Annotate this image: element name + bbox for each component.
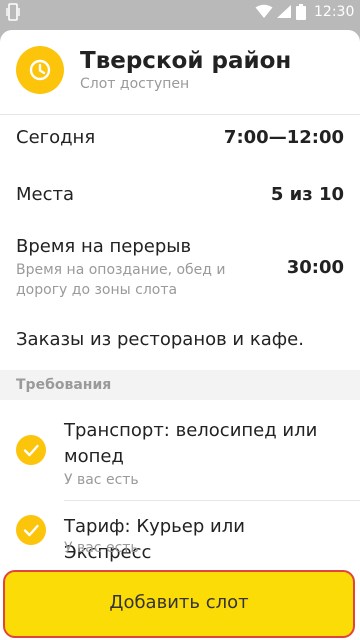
zone-badge: [16, 46, 64, 94]
requirement-tariff-status: У вас есть: [64, 540, 139, 556]
places-label: Места: [16, 184, 75, 205]
requirement-transport: Транспорт: велосипед или мопед: [64, 420, 318, 467]
status-bar: 12:30: [0, 0, 360, 24]
divider: [0, 114, 360, 115]
status-time: 12:30: [314, 4, 355, 20]
screen: 12:30 Тверской район Слот доступен Сегод…: [0, 0, 360, 640]
battery-icon: [296, 4, 306, 20]
wifi-icon: [255, 4, 273, 18]
requirement-transport-status: У вас есть: [64, 472, 139, 488]
requirements-title: Требования: [16, 377, 112, 393]
add-slot-button-label: Добавить слот: [109, 592, 249, 613]
slot-details-sheet: Тверской район Слот доступен Сегодня 7:0…: [0, 30, 360, 640]
check-icon: [23, 524, 39, 537]
break-time-description: Время на опоздание, обед и дорогу до зон…: [16, 262, 226, 298]
orders-info: Заказы из ресторанов и кафе.: [16, 329, 304, 350]
break-time-label: Время на перерыв: [16, 236, 192, 257]
vibrate-icon: [6, 3, 20, 21]
requirement-item: [16, 515, 46, 545]
add-slot-button[interactable]: Добавить слот: [3, 570, 355, 638]
places-value: 5 из 10: [270, 184, 344, 205]
slot-status: Слот доступен: [80, 76, 190, 92]
requirements-section-header: Требования: [0, 370, 360, 400]
requirement-item: [16, 435, 46, 465]
slot-header: Тверской район Слот доступен: [0, 30, 360, 114]
signal-icon: [277, 5, 291, 18]
today-time-range: 7:00—12:00: [223, 127, 344, 148]
today-label: Сегодня: [16, 127, 96, 148]
clock-icon: [29, 59, 51, 81]
break-time-value: 30:00: [286, 257, 344, 278]
district-title: Тверской район: [80, 48, 292, 74]
divider: [64, 500, 360, 501]
check-icon: [23, 444, 39, 457]
